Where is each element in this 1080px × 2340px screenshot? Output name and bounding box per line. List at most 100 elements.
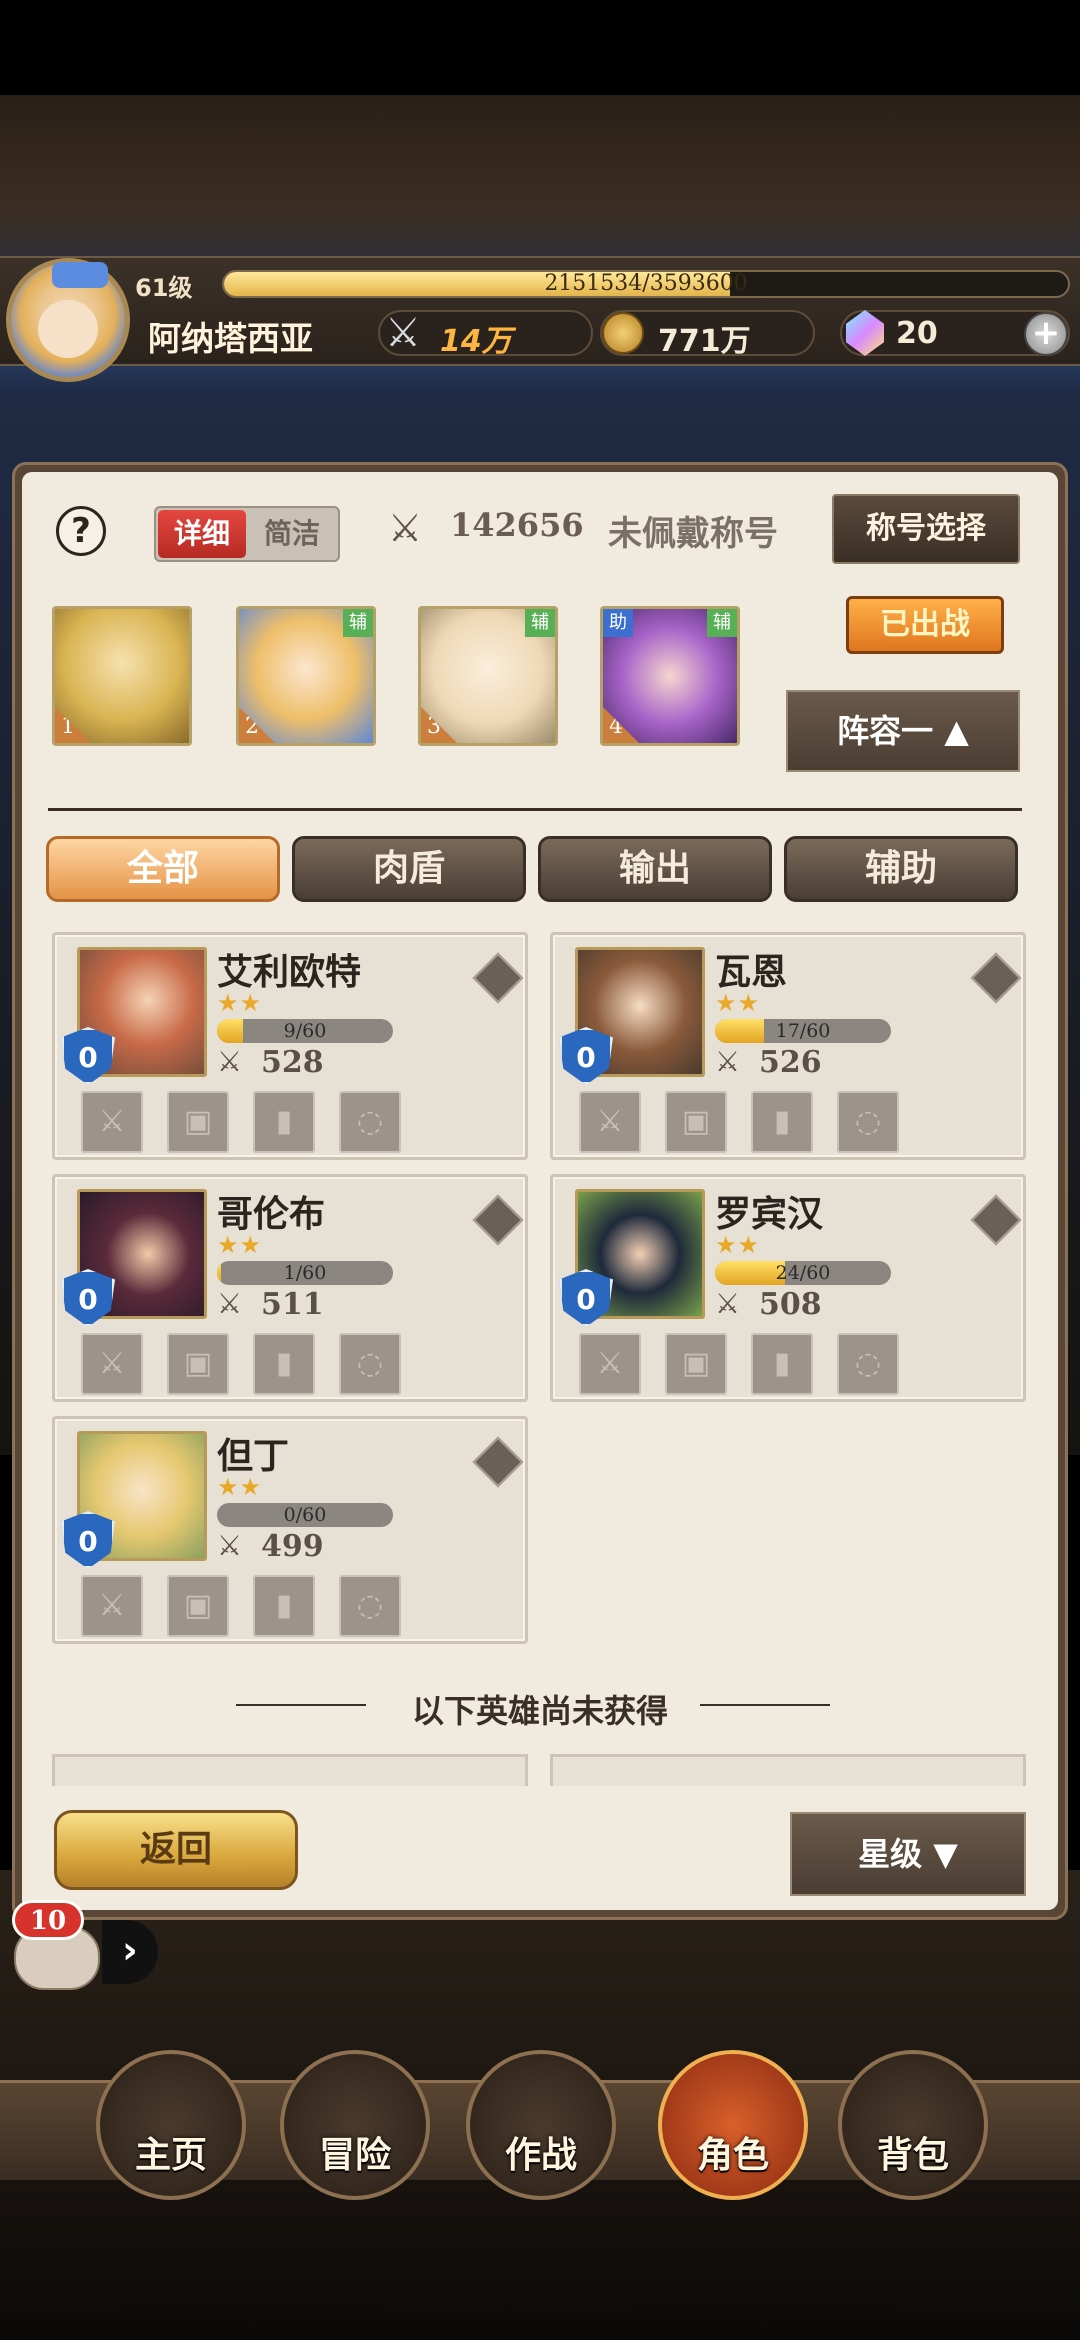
shard-progress-text: 0/60 (283, 1504, 327, 1526)
filter-tab-support[interactable]: 辅助 (784, 836, 1018, 902)
nav-character-label: 角色 (696, 2135, 769, 2176)
boots-slot-icon[interactable]: ▮ (253, 1333, 315, 1395)
hero-stars: ★★ (715, 989, 761, 1017)
xp-text: 2151534/3593600 (544, 271, 748, 296)
chat-unread-badge: 10 (12, 1900, 84, 1940)
mode-simple-button[interactable]: 简洁 (248, 510, 336, 558)
necklace-slot-icon[interactable]: ◌ (339, 1575, 401, 1637)
sword-slot-icon[interactable]: ⚔ (579, 1091, 641, 1153)
crossed-swords-icon: ⚔ (217, 1287, 243, 1320)
crossed-swords-icon: ⚔ (715, 1045, 741, 1078)
assist-tag: 助 (603, 609, 633, 637)
team-slot-3[interactable]: 辅 3 (418, 606, 558, 746)
hero-power: 528 (261, 1045, 324, 1080)
hero-stars: ★★ (217, 1473, 263, 1501)
team-power: 142656 (450, 506, 584, 544)
back-button[interactable]: 返回 (54, 1810, 298, 1890)
nav-battle-label: 作战 (504, 2135, 577, 2176)
boots-slot-icon[interactable]: ▮ (253, 1575, 315, 1637)
nav-bag-label: 背包 (876, 2135, 949, 2176)
shard-progress-text: 1/60 (283, 1262, 327, 1284)
help-button[interactable]: ? (56, 506, 106, 556)
locked-hero-card[interactable] (52, 1754, 528, 1786)
necklace-slot-icon[interactable]: ◌ (339, 1091, 401, 1153)
crossed-swords-icon: ⚔ (217, 1045, 243, 1078)
sword-slot-icon[interactable]: ⚔ (81, 1333, 143, 1395)
lineup-select-button[interactable]: 阵容一 ▲ (786, 690, 1020, 772)
shard-progress-text: 9/60 (283, 1020, 327, 1042)
hero-card[interactable]: 0 艾利欧特 ★★ 9/60 ⚔ 528 ⚔ ▣ ▮ ◌ (52, 932, 528, 1160)
armor-slot-icon[interactable]: ▣ (167, 1575, 229, 1637)
filter-tab-damage[interactable]: 输出 (538, 836, 772, 902)
crossed-swords-icon: ⚔ (217, 1529, 243, 1562)
boots-slot-icon[interactable]: ▮ (253, 1091, 315, 1153)
mode-detail-button[interactable]: 详细 (158, 510, 246, 558)
crossed-swords-icon: ⚔ (385, 310, 421, 356)
deployed-badge: 已出战 (846, 596, 1004, 654)
info-diamond-icon[interactable] (970, 952, 1022, 1004)
shard-progress-text: 24/60 (775, 1262, 831, 1284)
necklace-slot-icon[interactable]: ◌ (339, 1333, 401, 1395)
sword-slot-icon[interactable]: ⚔ (81, 1575, 143, 1637)
sort-dropdown[interactable]: 星级 ▼ (790, 1812, 1026, 1896)
slot-number: 4 (603, 707, 639, 743)
info-diamond-icon[interactable] (472, 1436, 524, 1488)
hero-power: 499 (261, 1529, 324, 1564)
info-diamond-icon[interactable] (970, 1194, 1022, 1246)
filter-tab-tank[interactable]: 肉盾 (292, 836, 526, 902)
gem-amount: 20 (896, 316, 938, 351)
hero-card[interactable]: 0 瓦恩 ★★ 17/60 ⚔ 526 ⚔ ▣ ▮ ◌ (550, 932, 1026, 1160)
crossed-swords-icon: ⚔ (388, 506, 423, 550)
hero-stars: ★★ (715, 1231, 761, 1259)
sword-slot-icon[interactable]: ⚔ (579, 1333, 641, 1395)
gold-coin-icon (602, 312, 644, 354)
hero-power: 511 (261, 1287, 324, 1322)
title-select-button[interactable]: 称号选择 (832, 494, 1020, 564)
hero-stars: ★★ (217, 1231, 263, 1259)
hero-name: 但丁 (217, 1436, 290, 1477)
hero-name: 瓦恩 (715, 952, 788, 993)
hero-card[interactable]: 0 罗宾汉 ★★ 24/60 ⚔ 508 ⚔ ▣ ▮ ◌ (550, 1174, 1026, 1402)
separator-line (700, 1704, 830, 1706)
support-tag: 辅 (707, 609, 737, 637)
hero-card[interactable]: 0 但丁 ★★ 0/60 ⚔ 499 ⚔ ▣ ▮ ◌ (52, 1416, 528, 1644)
hero-card[interactable]: 0 哥伦布 ★★ 1/60 ⚔ 511 ⚔ ▣ ▮ ◌ (52, 1174, 528, 1402)
team-slot-2[interactable]: 辅 2 (236, 606, 376, 746)
hero-name: 艾利欧特 (217, 952, 362, 993)
filter-tab-all[interactable]: 全部 (46, 836, 280, 902)
armor-slot-icon[interactable]: ▣ (167, 1333, 229, 1395)
necklace-slot-icon[interactable]: ◌ (837, 1091, 899, 1153)
player-level: 61级 (135, 274, 193, 302)
hero-stars: ★★ (217, 989, 263, 1017)
slot-number: 3 (421, 707, 457, 743)
info-diamond-icon[interactable] (472, 952, 524, 1004)
support-tag: 辅 (343, 609, 373, 637)
team-slot-1[interactable]: 1 (52, 606, 192, 746)
add-gems-button[interactable]: + (1024, 312, 1068, 356)
armor-slot-icon[interactable]: ▣ (167, 1091, 229, 1153)
nav-home-label: 主页 (134, 2135, 207, 2176)
necklace-slot-icon[interactable]: ◌ (837, 1333, 899, 1395)
nav-adventure-label: 冒险 (318, 2135, 391, 2176)
title-status: 未佩戴称号 (608, 514, 778, 554)
hero-power: 508 (759, 1287, 822, 1322)
crossed-swords-icon: ⚔ (715, 1287, 741, 1320)
sword-slot-icon[interactable]: ⚔ (81, 1091, 143, 1153)
locked-hero-card[interactable] (550, 1754, 1026, 1786)
slot-number: 2 (239, 707, 275, 743)
hero-name: 哥伦布 (217, 1194, 326, 1235)
hero-name: 罗宾汉 (715, 1194, 824, 1235)
hero-power: 526 (759, 1045, 822, 1080)
shard-progress-text: 17/60 (775, 1020, 831, 1042)
gold-amount: 771万 (658, 324, 751, 359)
info-diamond-icon[interactable] (472, 1194, 524, 1246)
support-tag: 辅 (525, 609, 555, 637)
not-owned-label: 以下英雄尚未获得 (411, 1692, 668, 1730)
team-slot-4[interactable]: 助 辅 4 (600, 606, 740, 746)
boots-slot-icon[interactable]: ▮ (751, 1091, 813, 1153)
slot-number: 1 (55, 707, 91, 743)
boots-slot-icon[interactable]: ▮ (751, 1333, 813, 1395)
armor-slot-icon[interactable]: ▣ (665, 1333, 727, 1395)
armor-slot-icon[interactable]: ▣ (665, 1091, 727, 1153)
status-bar-area (0, 0, 1080, 95)
